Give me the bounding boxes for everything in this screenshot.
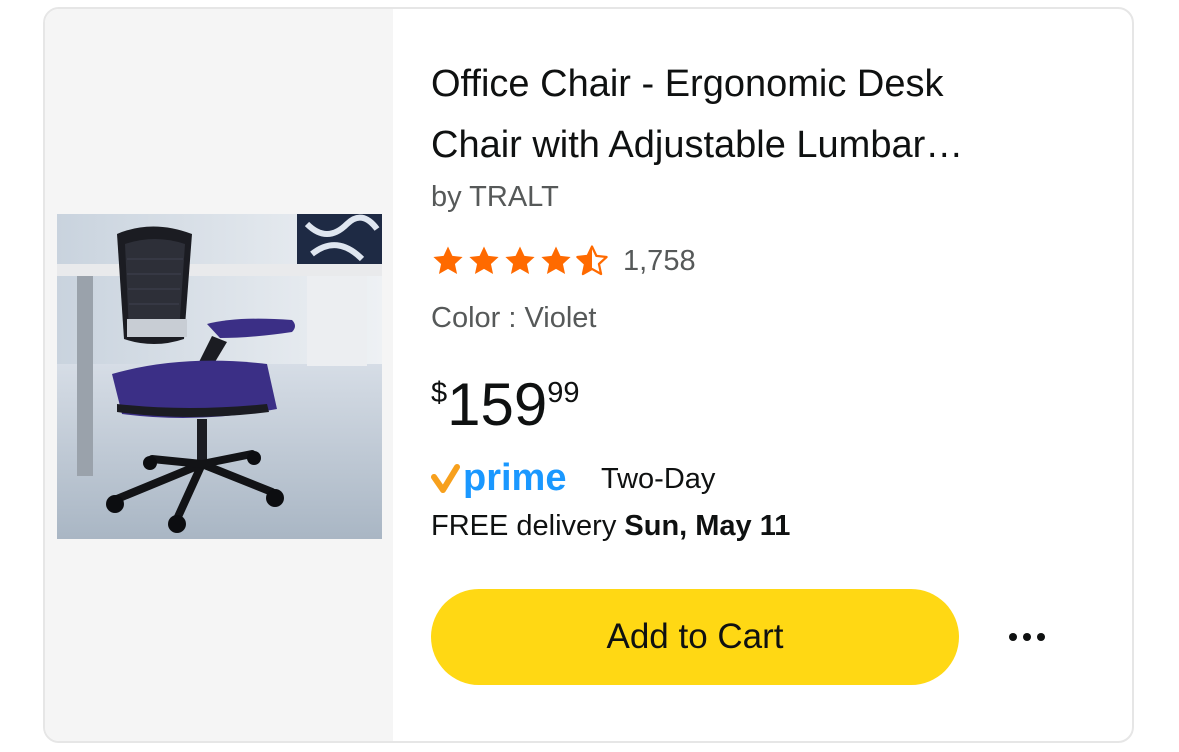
star-half-icon: [576, 245, 608, 276]
star-rating: [431, 244, 609, 278]
delivery-prefix: FREE delivery: [431, 510, 617, 542]
rating-count[interactable]: 1,758: [623, 245, 696, 278]
product-title-line-1[interactable]: Office Chair - Ergonomic Desk: [431, 54, 1091, 115]
star-full-icon: [433, 246, 463, 275]
prime-delivery: prime Two-Day: [431, 455, 715, 503]
color-variant: Color : Violet: [431, 302, 597, 334]
more-options-button[interactable]: [1005, 617, 1049, 657]
product-card[interactable]: Office Chair - Ergonomic Desk Chair with…: [43, 7, 1134, 743]
delivery-info: FREE delivery Sun, May 11: [431, 510, 790, 543]
svg-text:prime: prime: [463, 457, 566, 499]
rating-row[interactable]: 1,758: [431, 241, 696, 281]
product-image[interactable]: [57, 214, 382, 539]
add-to-cart-button[interactable]: Add to Cart: [431, 589, 959, 685]
product-title-line-2[interactable]: Chair with Adjustable Lumbar…: [431, 115, 1091, 176]
price-currency: $: [431, 377, 448, 409]
star-full-icon: [505, 246, 535, 275]
brand-byline[interactable]: by TRALT: [431, 181, 559, 214]
delivery-date: Sun, May 11: [624, 510, 791, 542]
prime-label: Two-Day: [601, 462, 716, 495]
star-full-icon: [469, 246, 499, 275]
image-panel: [45, 9, 393, 741]
price-whole: 159: [447, 371, 548, 438]
ellipsis-icon: [1009, 633, 1045, 641]
star-full-icon: [541, 246, 571, 275]
product-title[interactable]: Office Chair - Ergonomic Desk Chair with…: [431, 54, 1091, 176]
price-fraction: 99: [547, 377, 580, 409]
price: $15999: [431, 369, 580, 441]
prime-logo: prime: [431, 457, 566, 499]
prime-check-icon: [431, 464, 460, 493]
